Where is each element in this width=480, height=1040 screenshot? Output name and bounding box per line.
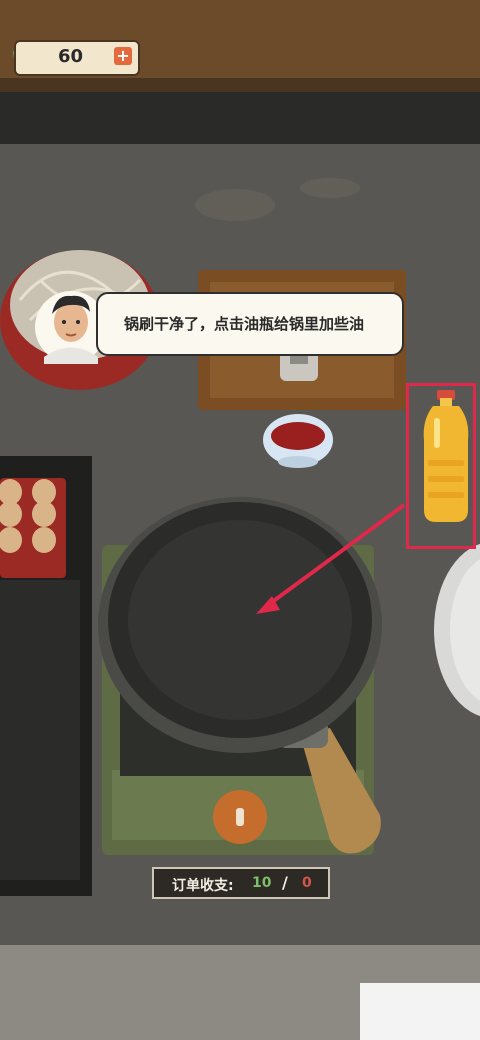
ledger-income: 10 (252, 875, 272, 891)
money-value: 60 (58, 46, 84, 67)
chili-bowl[interactable] (263, 414, 333, 468)
add-money-button[interactable]: + (114, 47, 132, 65)
ledger-expense: 0 (302, 875, 312, 891)
oil-bottle-highlight[interactable] (406, 383, 476, 549)
counter-stain (195, 189, 275, 221)
ledger-separator: / (282, 873, 288, 892)
tutorial-instruction: 锅刷干净了，点击油瓶给锅里加些油 (124, 315, 365, 333)
corner-panel (360, 983, 480, 1040)
game-scene: 60 + 锅刷干净了，点击油瓶给锅里加些油 订单收支: 10 / 0 (0, 0, 480, 1040)
serving-plate[interactable] (434, 542, 480, 718)
egg-tray[interactable] (0, 478, 66, 578)
counter-stain (300, 178, 360, 198)
ledger-label: 订单收支: (172, 878, 234, 894)
stove-knob[interactable] (213, 790, 267, 844)
